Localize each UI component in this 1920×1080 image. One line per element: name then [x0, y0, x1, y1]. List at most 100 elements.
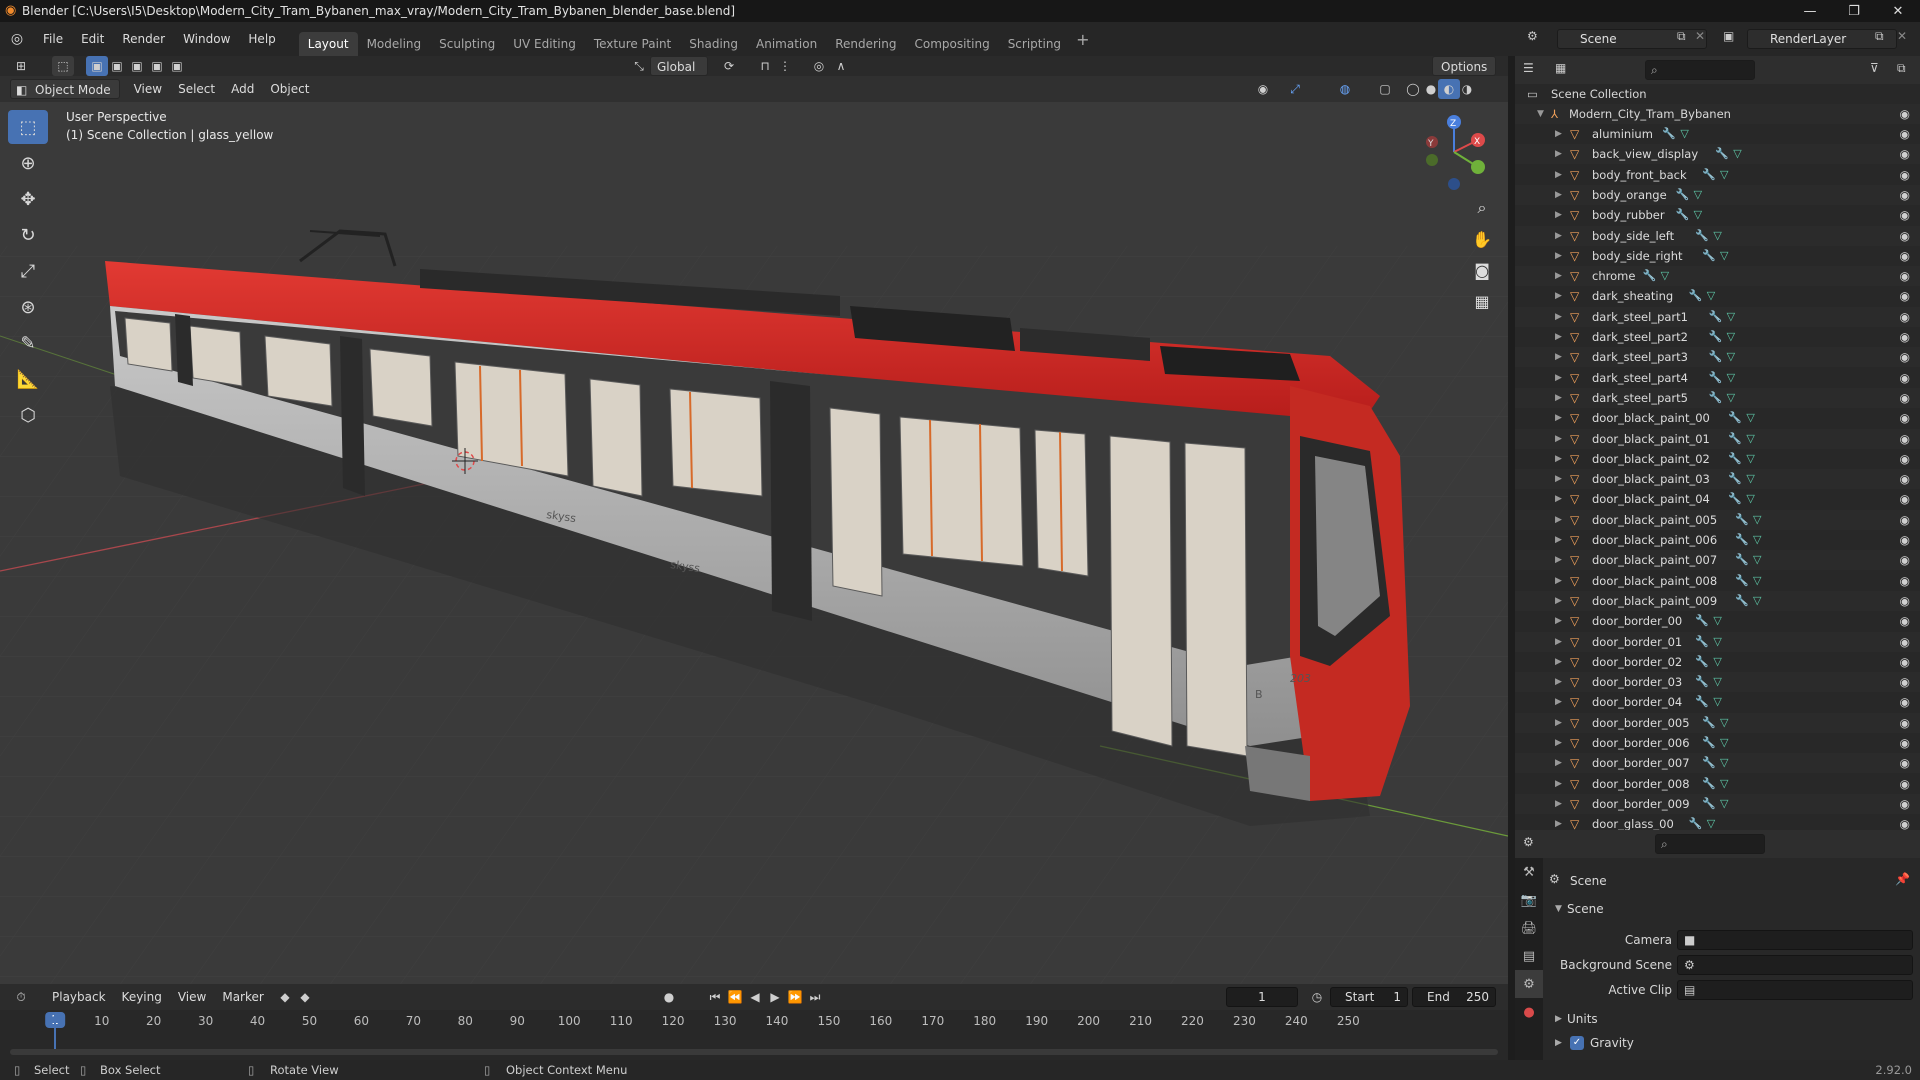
outliner-item[interactable]: ▶ ▽ body_orange 🔧 ▽ ◉ [1515, 184, 1920, 205]
select-tool-icon[interactable]: ⬚ [52, 56, 74, 76]
select-box-tool-icon[interactable]: ⬚ [8, 110, 48, 144]
workspace-tab-shading[interactable]: Shading [680, 32, 747, 56]
outliner-item[interactable]: ▶ ▽ door_black_paint_01 🔧 ▽ ◉ [1515, 428, 1920, 449]
jump-start-icon[interactable]: ⏮ [704, 987, 726, 1007]
tool-tab-icon[interactable]: ⚒ [1515, 858, 1543, 886]
cursor-tool-icon[interactable]: ⊕ [8, 146, 48, 180]
select-mode-subtract-icon[interactable]: ▣ [126, 56, 148, 76]
workspace-tab-texture-paint[interactable]: Texture Paint [585, 32, 680, 56]
expand-icon[interactable]: ▶ [1555, 266, 1562, 286]
blender-menu-icon[interactable]: ◎ [0, 31, 34, 47]
outliner-item[interactable]: ▶ ▽ door_border_04 🔧 ▽ ◉ [1515, 692, 1920, 712]
eye-icon[interactable]: ◉ [1900, 571, 1910, 591]
maximize-icon[interactable]: ❐ [1832, 0, 1876, 22]
close-icon[interactable]: ✕ [1876, 0, 1920, 22]
outliner-item[interactable]: ▶ ▽ chrome 🔧 ▽ ◉ [1515, 266, 1920, 287]
falloff-icon[interactable]: ∧ [830, 56, 852, 76]
outliner-item[interactable]: ▶ ▽ door_black_paint_02 🔧 ▽ ◉ [1515, 449, 1920, 469]
expand-icon[interactable]: ▶ [1555, 814, 1562, 830]
eye-icon[interactable]: ◉ [1900, 550, 1910, 570]
gravity-checkbox[interactable]: ✓ [1570, 1036, 1584, 1050]
zoom-icon[interactable]: ⌕ [1467, 193, 1497, 223]
outliner-item[interactable]: ▶ ▽ body_side_left 🔧 ▽ ◉ [1515, 225, 1920, 246]
measure-tool-icon[interactable]: 📐 [8, 362, 48, 396]
expand-icon[interactable]: ▶ [1555, 469, 1562, 489]
outliner-item[interactable]: ▶ ▽ door_border_03 🔧 ▽ ◉ [1515, 672, 1920, 693]
expand-icon[interactable]: ▶ [1555, 510, 1562, 530]
eye-icon[interactable]: ◉ [1900, 814, 1910, 830]
outliner-item[interactable]: ▶ ▽ body_rubber 🔧 ▽ ◉ [1515, 205, 1920, 225]
rendered-shading-icon[interactable]: ◑ [1456, 79, 1478, 99]
expand-icon[interactable]: ▶ [1555, 692, 1562, 712]
new-scene-icon[interactable]: ⧉ [1677, 29, 1686, 44]
overlay-toggle-icon[interactable]: ◍ [1334, 79, 1356, 99]
eye-icon[interactable]: ◉ [1900, 652, 1910, 672]
end-frame-field[interactable]: End 250 [1412, 987, 1496, 1007]
expand-icon[interactable]: ▶ [1555, 408, 1562, 428]
outliner-item[interactable]: ▶ ▽ aluminium 🔧 ▽ ◉ [1515, 124, 1920, 144]
collection-row[interactable]: ▼ ⅄ Modern_City_Tram_Bybanen ◉ [1515, 104, 1920, 124]
expand-icon[interactable]: ▶ [1555, 591, 1562, 611]
outliner-item[interactable]: ▶ ▽ body_front_back 🔧 ▽ ◉ [1515, 165, 1920, 185]
select-mode-intersect-icon[interactable]: ▣ [166, 56, 188, 76]
pin-icon[interactable]: 📌 [1895, 872, 1910, 886]
expand-icon[interactable]: ▶ [1555, 449, 1562, 469]
expand-icon[interactable]: ▶ [1555, 429, 1562, 449]
eye-icon[interactable]: ◉ [1900, 388, 1910, 408]
proportional-edit-icon[interactable]: ◎ [808, 56, 830, 76]
outliner-item[interactable]: ▶ ▽ door_glass_00 🔧 ▽ ◉ [1515, 814, 1920, 830]
eye-icon[interactable]: ◉ [1900, 692, 1910, 712]
expand-icon[interactable]: ▶ [1555, 124, 1562, 144]
camera-field[interactable]: ■ [1677, 930, 1913, 950]
panel-expand-icon[interactable]: ▼ [1555, 904, 1562, 914]
timeline-scrollbar[interactable] [10, 1049, 1498, 1055]
eye-icon[interactable]: ◉ [1900, 165, 1910, 185]
properties-search-input[interactable]: ⌕ [1655, 834, 1765, 854]
timeline-menu-view[interactable]: View [170, 987, 214, 1007]
outliner-item[interactable]: ▶ ▽ dark_steel_part4 🔧 ▽ ◉ [1515, 368, 1920, 388]
menu-edit[interactable]: Edit [72, 28, 113, 50]
eye-icon[interactable]: ◉ [1900, 774, 1910, 794]
eye-icon[interactable]: ◉ [1900, 489, 1910, 509]
active-clip-field[interactable]: ▤ [1677, 980, 1913, 1000]
outliner-item[interactable]: ▶ ▽ door_border_01 🔧 ▽ ◉ [1515, 631, 1920, 652]
select-mode-new-icon[interactable]: ▣ [86, 56, 108, 76]
outliner-item[interactable]: ▶ ▽ body_side_right 🔧 ▽ ◉ [1515, 246, 1920, 266]
expand-icon[interactable]: ▶ [1555, 489, 1562, 509]
outliner-item[interactable]: ▶ ▽ door_border_007 🔧 ▽ ◉ [1515, 753, 1920, 774]
properties-editor-icon[interactable]: ⚙ [1523, 835, 1534, 849]
expand-icon[interactable]: ▶ [1555, 571, 1562, 591]
eye-icon[interactable]: ◉ [1900, 246, 1910, 266]
outliner-item[interactable]: ▶ ▽ dark_steel_part2 🔧 ▽ ◉ [1515, 327, 1920, 347]
record-icon[interactable]: ● [658, 987, 680, 1007]
workspace-tab-modeling[interactable]: Modeling [358, 32, 431, 56]
eye-icon[interactable]: ◉ [1900, 449, 1910, 469]
eye-icon[interactable]: ◉ [1900, 185, 1910, 205]
eye-icon[interactable]: ◉ [1900, 408, 1910, 428]
menu-window[interactable]: Window [174, 28, 239, 50]
select-mode-extend-icon[interactable]: ▣ [106, 56, 128, 76]
menu-file[interactable]: File [34, 28, 72, 50]
add-cube-tool-icon[interactable]: ⬡ [8, 398, 48, 432]
camera-view-icon[interactable]: ◙ [1467, 255, 1497, 285]
viewport-menu-select[interactable]: Select [170, 79, 223, 99]
eye-icon[interactable]: ◉ [1900, 510, 1910, 530]
pivot-icon[interactable]: ⟳ [718, 56, 740, 76]
outliner-item[interactable]: ▶ ▽ door_black_paint_03 🔧 ▽ ◉ [1515, 469, 1920, 490]
eye-icon[interactable]: ◉ [1900, 672, 1910, 692]
outliner-item[interactable]: ▶ ▽ dark_steel_part3 🔧 ▽ ◉ [1515, 347, 1920, 368]
eye-icon[interactable]: ◉ [1900, 733, 1910, 753]
timeline-menu-playback[interactable]: Playback [44, 987, 114, 1007]
workspace-tab-uv-editing[interactable]: UV Editing [504, 32, 585, 56]
outliner-item[interactable]: ▶ ▽ door_border_02 🔧 ▽ ◉ [1515, 652, 1920, 672]
viewport-menu-add[interactable]: Add [223, 79, 262, 99]
minimize-icon[interactable]: — [1788, 0, 1832, 22]
mode-dropdown[interactable]: ◧ Object Mode [10, 79, 120, 99]
outliner-item[interactable]: ▶ ▽ back_view_display 🔧 ▽ ◉ [1515, 144, 1920, 165]
outliner-item[interactable]: ▶ ▽ door_black_paint_008 🔧 ▽ ◉ [1515, 571, 1920, 591]
expand-icon[interactable]: ▶ [1555, 185, 1562, 205]
expand-icon[interactable]: ▶ [1555, 165, 1562, 185]
units-expand-icon[interactable]: ▶ [1555, 1014, 1562, 1024]
output-tab-icon[interactable]: 🖨 [1515, 914, 1543, 942]
expand-icon[interactable]: ▶ [1555, 794, 1562, 814]
